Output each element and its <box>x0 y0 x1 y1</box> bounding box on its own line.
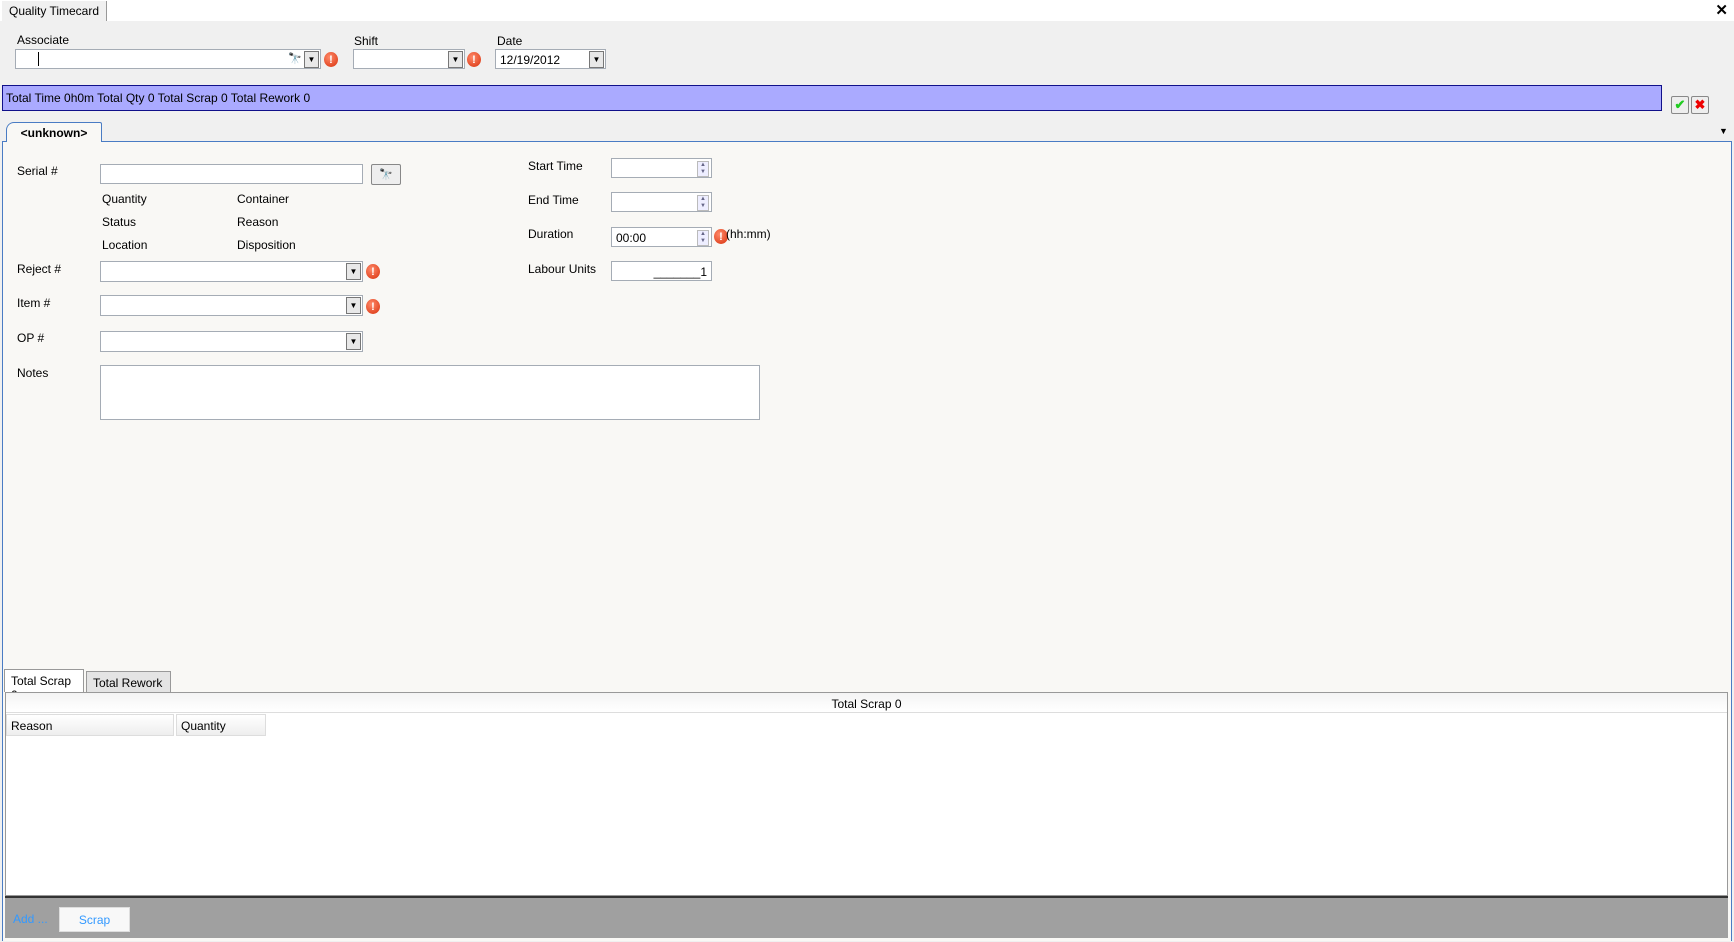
serial-search-button[interactable]: 🔭 <box>371 164 401 185</box>
chevron-down-icon[interactable]: ▼ <box>346 297 361 314</box>
alert-icon: ! <box>324 52 338 67</box>
reject-label: Reject # <box>17 262 62 276</box>
item-label: Item # <box>17 296 51 310</box>
notes-textarea[interactable] <box>100 365 760 420</box>
status-label: Status <box>102 215 137 229</box>
grid-title: Total Scrap 0 <box>6 693 1727 713</box>
labour-units-input[interactable]: _______1 <box>611 261 712 281</box>
item-select[interactable]: ▼ <box>100 295 363 316</box>
notes-label: Notes <box>17 366 49 380</box>
binoculars-icon: 🔭 <box>379 169 393 181</box>
associate-label: Associate <box>17 33 70 47</box>
start-time-label: Start Time <box>528 159 583 173</box>
tab-total-scrap[interactable]: Total Scrap 0 <box>4 669 84 702</box>
location-label: Location <box>102 238 148 252</box>
tab-unknown[interactable]: <unknown> <box>6 122 102 142</box>
duration-label: Duration <box>528 227 574 241</box>
labour-units-label: Labour Units <box>528 262 597 276</box>
duration-unit: (hh:mm) <box>726 227 771 241</box>
chevron-down-icon[interactable]: ▼ <box>589 51 604 68</box>
chevron-down-icon[interactable]: ▼ <box>448 51 463 68</box>
close-icon[interactable]: ✕ <box>1715 1 1728 19</box>
accept-button[interactable]: ✔ <box>1671 96 1689 114</box>
date-value: 12/19/2012 <box>500 53 561 67</box>
start-time-input[interactable]: ▲ ▼ <box>611 158 712 178</box>
date-picker[interactable]: 12/19/2012 ▼ <box>495 49 606 69</box>
spinner-icon[interactable]: ▲ ▼ <box>697 230 709 246</box>
reason-label: Reason <box>237 215 279 229</box>
tab-total-rework[interactable]: Total Rework 0 <box>86 671 171 704</box>
window-tab[interactable]: Quality Timecard <box>2 1 108 21</box>
spinner-icon[interactable]: ▲ ▼ <box>697 195 709 211</box>
op-select[interactable]: ▼ <box>100 331 363 352</box>
binoculars-icon[interactable]: 🔭 <box>288 52 302 65</box>
spinner-icon[interactable]: ▲ ▼ <box>697 161 709 177</box>
cancel-button[interactable]: ✖ <box>1691 96 1709 114</box>
serial-input[interactable] <box>100 164 363 184</box>
alert-icon: ! <box>366 264 380 279</box>
op-label: OP # <box>17 331 45 345</box>
serial-label: Serial # <box>17 164 58 178</box>
scrap-button[interactable]: Scrap <box>59 907 130 932</box>
scrap-grid: Total Scrap 0 Reason Quantity <box>5 692 1728 896</box>
column-header-quantity[interactable]: Quantity <box>176 714 266 736</box>
disposition-label: Disposition <box>237 238 296 252</box>
container-label: Container <box>237 192 290 206</box>
grid-footer: Add ... Scrap <box>5 896 1728 938</box>
chevron-down-icon[interactable]: ▼ <box>346 263 361 280</box>
end-time-label: End Time <box>528 193 579 207</box>
column-header-reason[interactable]: Reason <box>6 714 174 736</box>
end-time-input[interactable]: ▲ ▼ <box>611 192 712 212</box>
window-titlebar <box>0 0 1734 21</box>
shift-label: Shift <box>354 34 379 48</box>
add-link[interactable]: Add ... <box>13 912 48 926</box>
date-label: Date <box>497 34 523 48</box>
tab-list-chevron-icon[interactable]: ▼ <box>1719 126 1728 136</box>
chevron-down-icon[interactable]: ▼ <box>346 333 361 350</box>
quantity-label: Quantity <box>102 192 147 206</box>
chevron-down-icon[interactable]: ▼ <box>304 51 319 68</box>
alert-icon: ! <box>467 52 481 67</box>
shift-select[interactable]: ▼ <box>353 49 465 69</box>
associate-input[interactable]: 🔭 ▼ <box>15 49 321 69</box>
duration-input[interactable]: 00:00 ▲ ▼ <box>611 227 712 247</box>
summary-bar: Total Time 0h0m Total Qty 0 Total Scrap … <box>2 85 1662 111</box>
text-cursor <box>38 52 39 66</box>
alert-icon: ! <box>366 299 380 314</box>
duration-value: 00:00 <box>616 231 647 245</box>
reject-select[interactable]: ▼ <box>100 261 363 282</box>
